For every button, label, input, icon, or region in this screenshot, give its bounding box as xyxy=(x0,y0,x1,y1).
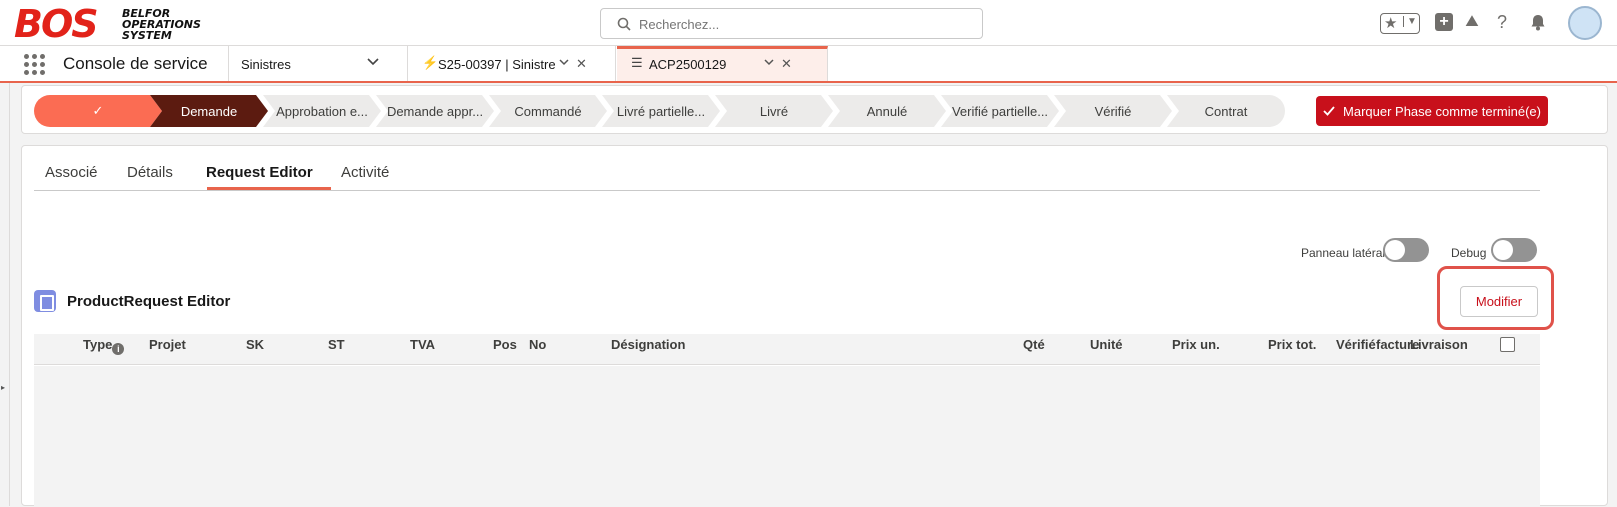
tab-request-editor[interactable]: Request Editor xyxy=(206,164,313,181)
star-icon: ★ xyxy=(1384,15,1398,32)
path-step-commande[interactable]: Commandé xyxy=(489,95,607,127)
column-header-unite[interactable]: Unité xyxy=(1090,337,1123,352)
column-header-livraison[interactable]: Livraison xyxy=(1410,337,1468,352)
table-header: Type i Projet SK ST TVA Pos No Désignatio… xyxy=(34,334,1540,365)
trailhead-icon[interactable]: ⛰ xyxy=(1460,10,1484,34)
path-step-verifie-partiellement[interactable]: Verifié partielle... xyxy=(941,95,1059,127)
record-detail-card: Associé Détails Request Editor Activité … xyxy=(21,145,1608,507)
request-icon: ☰ xyxy=(631,55,643,70)
active-tab-indicator xyxy=(207,187,331,190)
tab-details[interactable]: Détails xyxy=(127,164,173,181)
path-step-complete[interactable]: ✓ xyxy=(34,95,162,127)
column-header-st[interactable]: ST xyxy=(328,337,345,352)
column-header-sk[interactable]: SK xyxy=(246,337,264,352)
tab-label: S25-00397 | Sinistre xyxy=(438,57,556,72)
debug-toggle[interactable] xyxy=(1491,238,1537,262)
column-header-designation[interactable]: Désignation xyxy=(611,337,685,352)
object-selector-label: Sinistres xyxy=(241,57,291,72)
column-header-pos[interactable]: Pos xyxy=(493,337,517,352)
chevron-down-icon: ▼ xyxy=(1403,16,1417,27)
avatar[interactable] xyxy=(1568,6,1602,40)
path-step-verifie[interactable]: Vérifié xyxy=(1054,95,1172,127)
table-body xyxy=(34,366,1540,507)
search-icon xyxy=(617,17,631,31)
utility-rail[interactable]: ▸ xyxy=(0,83,10,506)
column-header-projet[interactable]: Projet xyxy=(149,337,186,352)
bolt-icon: ⚡ xyxy=(422,55,439,70)
tab-menu-chevron-icon[interactable] xyxy=(763,56,775,71)
app-launcher-icon[interactable] xyxy=(24,54,46,76)
column-header-qte[interactable]: Qté xyxy=(1023,337,1045,352)
column-header-type[interactable]: Type i xyxy=(83,337,125,355)
path-step-livre[interactable]: Livré xyxy=(715,95,833,127)
close-icon[interactable]: ✕ xyxy=(576,56,587,72)
product-request-icon xyxy=(34,290,56,312)
workspace-tab-sinistre[interactable]: ⚡ S25-00397 | Sinistre ✕ xyxy=(408,46,616,81)
path-step-approbation[interactable]: Approbation e... xyxy=(263,95,381,127)
check-icon xyxy=(1323,106,1335,116)
column-header-prix-unitaire[interactable]: Prix un. xyxy=(1172,337,1220,352)
help-icon[interactable]: ? xyxy=(1490,10,1514,34)
status-path: ✓ Demande Approbation e... Demande appr.… xyxy=(34,95,1285,127)
editor-title: ProductRequest Editor xyxy=(67,293,231,310)
tab-label: ACP2500129 xyxy=(649,57,727,72)
side-panel-toggle[interactable] xyxy=(1383,238,1429,262)
workspace-tab-acp[interactable]: ☰ ACP2500129 ✕ xyxy=(617,46,828,81)
tab-menu-chevron-icon[interactable] xyxy=(558,56,570,71)
tab-associe[interactable]: Associé xyxy=(45,164,98,181)
path-step-annule[interactable]: Annulé xyxy=(828,95,946,127)
close-icon[interactable]: ✕ xyxy=(781,56,792,72)
app-name: Console de service xyxy=(63,54,208,73)
path-card: ✓ Demande Approbation e... Demande appr.… xyxy=(21,85,1608,134)
column-header-tva[interactable]: TVA xyxy=(410,337,435,352)
tab-activite[interactable]: Activité xyxy=(341,164,389,181)
console-nav-bar: Console de service Sinistres ⚡ S25-00397… xyxy=(0,46,1617,83)
column-header-verifie[interactable]: Vérifié xyxy=(1336,337,1376,352)
chevron-right-icon[interactable]: ▸ xyxy=(1,383,5,392)
path-step-contrat[interactable]: Contrat xyxy=(1167,95,1285,127)
side-panel-label: Panneau latéral xyxy=(1301,246,1386,260)
global-header: BOS BELFOR OPERATIONS SYSTEM ★ ▼ + ⛰ ? xyxy=(0,0,1617,46)
debug-label: Debug xyxy=(1451,246,1487,260)
favorites-button[interactable]: ★ ▼ xyxy=(1380,13,1420,34)
search-input[interactable] xyxy=(639,14,969,34)
record-tabs: Associé Détails Request Editor Activité xyxy=(34,146,1540,191)
object-selector-chevron-icon[interactable] xyxy=(366,54,386,74)
logo-text: BOS xyxy=(14,2,99,46)
plus-icon[interactable]: + xyxy=(1432,10,1456,34)
info-icon[interactable]: i xyxy=(112,343,125,355)
logo-subtitle: BELFOR OPERATIONS SYSTEM xyxy=(122,7,201,42)
column-header-no[interactable]: No xyxy=(529,337,546,352)
edit-button[interactable]: Modifier xyxy=(1460,286,1538,317)
select-all-checkbox[interactable] xyxy=(1500,337,1515,352)
path-step-demande-approuvee[interactable]: Demande appr... xyxy=(376,95,494,127)
column-header-prix-total[interactable]: Prix tot. xyxy=(1268,337,1316,352)
path-step-demande[interactable]: Demande xyxy=(150,95,268,127)
bell-icon[interactable] xyxy=(1526,10,1550,34)
global-search[interactable] xyxy=(600,8,983,39)
path-step-livre-partiellement[interactable]: Livré partielle... xyxy=(602,95,720,127)
mark-phase-complete-button[interactable]: Marquer Phase comme terminé(e) xyxy=(1316,96,1548,126)
